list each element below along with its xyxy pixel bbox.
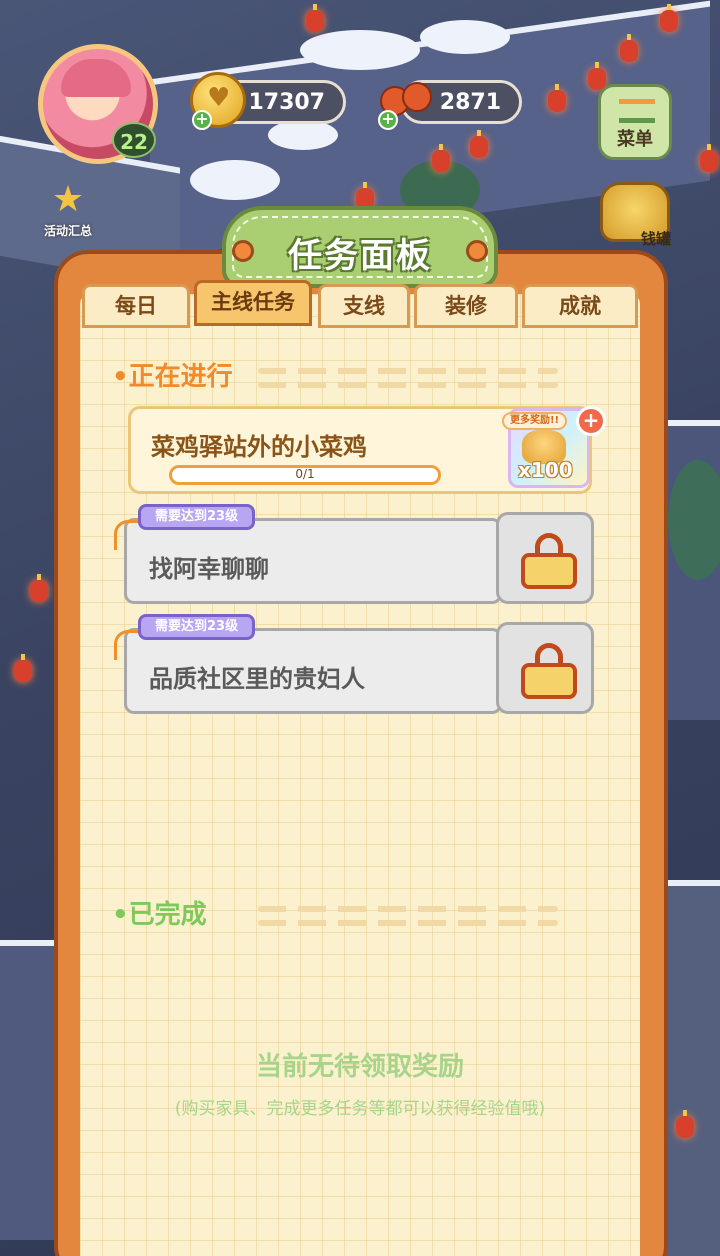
lock-icon bbox=[496, 622, 594, 714]
tree bbox=[668, 460, 720, 580]
panel-title-plaque: 任务面板 bbox=[222, 206, 498, 288]
tab-decoration[interactable]: 装修 bbox=[414, 284, 518, 328]
tag-hook bbox=[114, 630, 140, 660]
money-jar-button[interactable]: 钱罐 bbox=[600, 182, 671, 248]
divider bbox=[258, 382, 558, 388]
locked-quest-title: 找阿幸聊聊 bbox=[149, 555, 269, 583]
ongoing-heading: •正在进行 bbox=[112, 356, 233, 393]
lock-icon bbox=[496, 512, 594, 604]
quest-progress-text: 0/1 bbox=[295, 467, 315, 481]
tab-main-quest[interactable]: 主线任务 bbox=[194, 280, 312, 326]
lantern bbox=[620, 34, 638, 62]
snow-pile bbox=[268, 120, 338, 150]
tab-achievements[interactable]: 成就 bbox=[522, 284, 638, 328]
divider bbox=[258, 368, 558, 374]
reward-count: x100 bbox=[518, 458, 573, 482]
empty-rewards-message: 当前无待领取奖励 bbox=[255, 1052, 464, 1082]
menu-button[interactable]: 菜单 bbox=[598, 84, 672, 160]
task-tabs: 每日 主线任务 支线 装修 成就 bbox=[82, 280, 640, 328]
level-requirement-tag: 需要达到23级 bbox=[138, 504, 256, 530]
locked-quest-body: 找阿幸聊聊 bbox=[124, 518, 502, 604]
lantern bbox=[470, 130, 488, 158]
tab-daily[interactable]: 每日 bbox=[82, 284, 190, 328]
list-icon bbox=[619, 99, 655, 123]
more-rewards-tag: 更多奖励!! bbox=[502, 412, 568, 430]
divider bbox=[258, 920, 558, 926]
lantern bbox=[30, 574, 48, 602]
level-badge: 22 bbox=[112, 122, 156, 158]
locked-quest-card[interactable]: 品质社区里的贵妇人 需要达到23级 bbox=[114, 614, 596, 714]
locked-quest-title: 品质社区里的贵妇人 bbox=[149, 665, 365, 693]
completed-heading: •已完成 bbox=[112, 894, 207, 931]
lantern bbox=[548, 84, 566, 112]
lock-body bbox=[521, 663, 577, 699]
snow-pile bbox=[190, 160, 280, 200]
quest-progress-bar: 0/1 bbox=[169, 465, 441, 485]
completed-heading-text: 已完成 bbox=[128, 900, 207, 930]
snow-pile bbox=[300, 30, 420, 70]
activity-summary-label: 活动汇总 bbox=[43, 224, 92, 238]
menu-button-label: 菜单 bbox=[617, 129, 653, 150]
tab-side-quest[interactable]: 支线 bbox=[318, 284, 410, 328]
empty-rewards-hint: (购买家具、完成更多任务等都可以获得经验值哦) bbox=[174, 1099, 546, 1119]
locked-quest-card[interactable]: 找阿幸聊聊 需要达到23级 bbox=[114, 504, 596, 604]
lantern bbox=[306, 4, 324, 32]
bullet-dot-icon: • bbox=[112, 900, 129, 930]
active-quest-title: 菜鸡驿站外的小菜鸡 bbox=[151, 433, 367, 461]
lantern bbox=[432, 144, 450, 172]
witch-hat-icon bbox=[61, 59, 131, 97]
bullet-dot-icon: • bbox=[112, 362, 129, 392]
lantern bbox=[660, 4, 678, 32]
tag-hook bbox=[114, 520, 140, 550]
lantern bbox=[676, 1110, 694, 1138]
add-vegetables-icon[interactable]: + bbox=[378, 110, 398, 130]
lantern bbox=[14, 654, 32, 682]
vegetable-amount: 2871 bbox=[439, 89, 501, 115]
divider bbox=[258, 906, 558, 912]
star-icon: ★ bbox=[51, 179, 85, 220]
activity-summary-button[interactable]: ★ 活动汇总 bbox=[36, 179, 100, 239]
coin-amount: 17307 bbox=[248, 89, 325, 115]
money-jar-label: 钱罐 bbox=[640, 230, 671, 248]
add-coins-icon[interactable]: + bbox=[192, 110, 212, 130]
snow-pile bbox=[420, 20, 510, 54]
panel-title: 任务面板 bbox=[288, 236, 432, 276]
lock-body bbox=[521, 553, 577, 589]
level-requirement-tag: 需要达到23级 bbox=[138, 614, 256, 640]
lantern bbox=[700, 144, 718, 172]
plus-icon[interactable]: + bbox=[576, 406, 606, 436]
ongoing-heading-text: 正在进行 bbox=[128, 362, 233, 392]
locked-quest-body: 品质社区里的贵妇人 bbox=[124, 628, 502, 714]
